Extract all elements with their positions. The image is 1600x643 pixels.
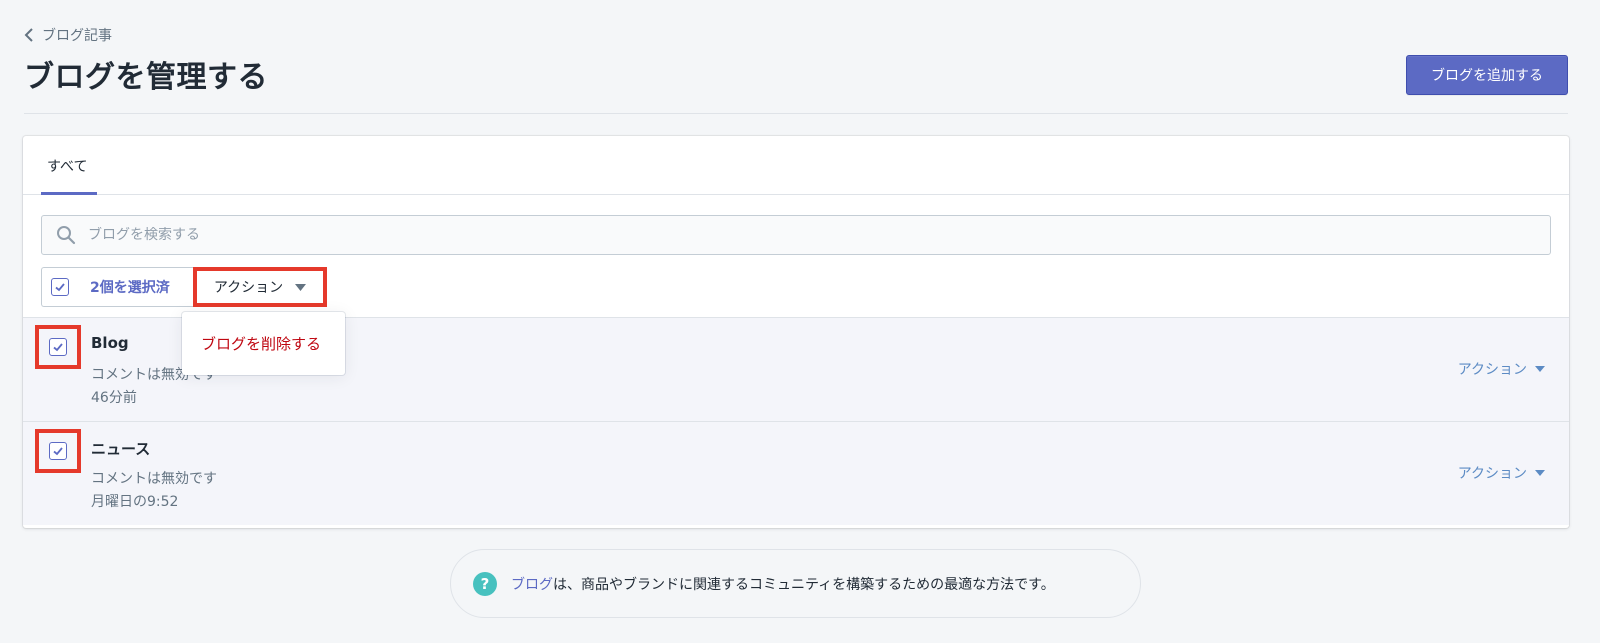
row-action-label: アクション: [1457, 466, 1527, 482]
check-icon: [53, 343, 63, 352]
bulk-actions-bar: 2個を選択済 アクション: [41, 267, 327, 307]
tab-active-indicator: [41, 192, 97, 195]
blog-title[interactable]: Blog: [91, 334, 129, 352]
blog-title[interactable]: ニュース: [91, 438, 150, 459]
caret-down-icon: [295, 283, 307, 291]
caret-down-icon: [1535, 366, 1545, 372]
blog-updated-time: 46分前: [91, 390, 137, 406]
caret-down-icon: [1535, 470, 1545, 476]
row-checkbox[interactable]: [49, 442, 67, 460]
check-icon: [55, 283, 65, 292]
footer-help-callout: ? ブログ は、商品やブランドに関連するコミュニティを構築するための最適な方法で…: [450, 549, 1141, 618]
add-blog-button[interactable]: ブログを追加する: [1406, 55, 1568, 95]
blog-comment-status: コメントは無効です: [91, 471, 217, 487]
breadcrumb-label: ブログ記事: [42, 28, 112, 44]
blog-row[interactable]: ニュース コメントは無効です 月曜日の9:52 アクション: [23, 421, 1569, 525]
blog-updated-time: 月曜日の9:52: [91, 494, 179, 510]
search-input[interactable]: [88, 227, 1488, 243]
row-checkbox-highlight: [35, 325, 81, 369]
bulk-action-dropdown[interactable]: アクション: [193, 267, 327, 307]
blogs-help-link[interactable]: ブログ: [511, 574, 553, 594]
tab-all[interactable]: すべて: [41, 136, 93, 195]
bulk-action-label: アクション: [213, 280, 284, 296]
question-circle-icon: ?: [473, 571, 497, 596]
row-checkbox[interactable]: [49, 338, 67, 356]
select-all-checkbox[interactable]: [51, 278, 69, 296]
page-title: ブログを管理する: [24, 60, 268, 95]
breadcrumb-back[interactable]: ブログ記事: [24, 25, 112, 45]
header-divider: [24, 113, 1568, 114]
footer-help-text: は、商品やブランドに関連するコミュニティを構築するための最適な方法です。: [553, 576, 1055, 593]
row-action-dropdown[interactable]: アクション: [1458, 463, 1545, 483]
tab-bar: すべて: [23, 136, 1569, 195]
search-box[interactable]: [41, 215, 1551, 255]
search-icon: [57, 226, 76, 245]
row-action-dropdown[interactable]: アクション: [1458, 359, 1545, 379]
row-checkbox-highlight: [35, 429, 81, 473]
row-action-label: アクション: [1457, 362, 1527, 378]
chevron-left-icon: [24, 28, 33, 42]
bulk-select: 2個を選択済: [41, 267, 193, 307]
delete-blogs-menu-item[interactable]: ブログを削除する: [201, 333, 321, 354]
check-icon: [53, 447, 63, 456]
selected-count: 2個を選択済: [90, 280, 170, 296]
bulk-action-popover: ブログを削除する: [182, 312, 345, 375]
